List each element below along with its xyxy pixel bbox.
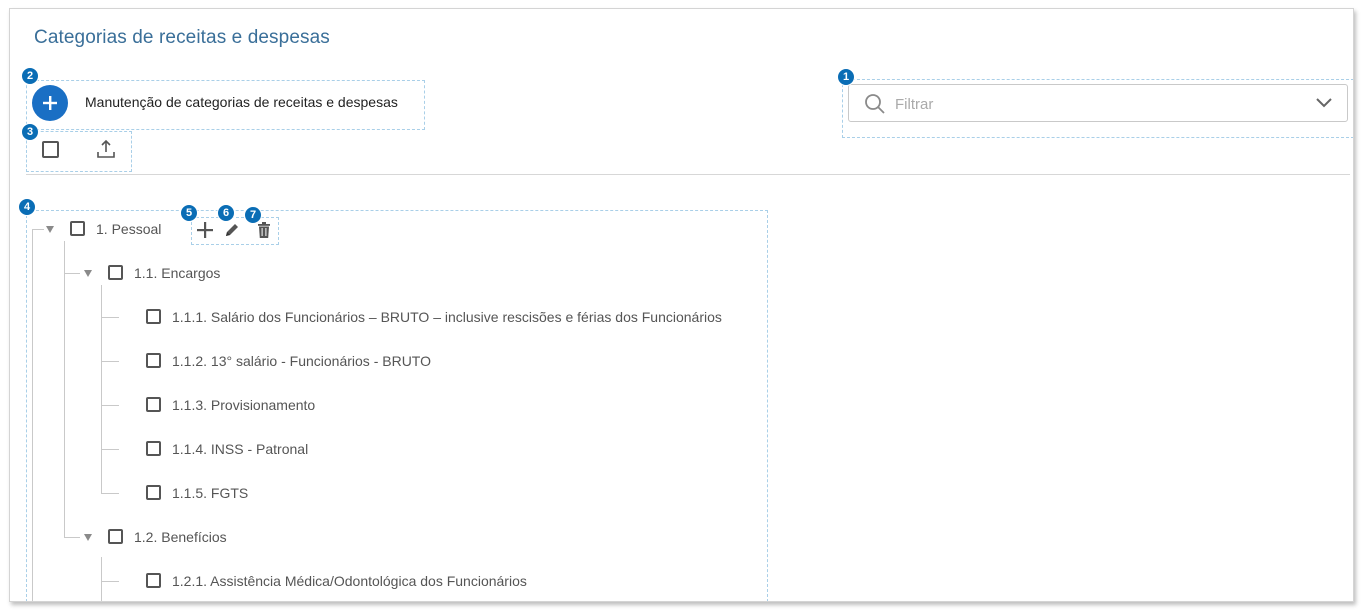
page-title: Categorias de receitas e despesas (34, 27, 330, 48)
chevron-down-icon[interactable] (1315, 97, 1333, 109)
tree-connector (64, 537, 80, 538)
tree-node-label-item[interactable]: 1.1.4. INSS - Patronal (172, 441, 308, 457)
tree-checkbox-item[interactable] (146, 397, 161, 412)
callout-badge-4: 4 (18, 198, 36, 216)
trash-icon (258, 222, 270, 238)
expand-toggle-beneficios[interactable] (84, 534, 92, 541)
tree-node-label-item[interactable]: 1.1.1. Salário dos Funcionários – BRUTO … (172, 309, 722, 325)
tree-connector (101, 493, 119, 494)
tree-checkbox-encargos[interactable] (108, 265, 123, 280)
expand-toggle-root[interactable] (46, 226, 54, 233)
callout-badge-1: 1 (837, 68, 855, 86)
expand-toggle-encargos[interactable] (84, 270, 92, 277)
tree-connector (32, 229, 44, 230)
tree-node-label-encargos[interactable]: 1.1. Encargos (134, 265, 220, 281)
tree-node-label-beneficios[interactable]: 1.2. Benefícios (134, 529, 227, 545)
tree-checkbox-root[interactable] (70, 221, 85, 236)
callout-badge-3: 3 (21, 123, 39, 141)
tree-checkbox-item[interactable] (146, 573, 161, 588)
tree-connector (64, 241, 65, 537)
tree-connector (64, 273, 80, 274)
select-all-checkbox[interactable] (42, 141, 59, 158)
tree-connector (101, 361, 119, 362)
callout-badge-2: 2 (21, 67, 39, 85)
filter-input[interactable] (893, 93, 1277, 115)
plus-icon (197, 222, 213, 238)
search-icon (865, 94, 885, 114)
add-category-button[interactable] (32, 85, 68, 121)
tree-connector (101, 581, 119, 582)
tree-checkbox-beneficios[interactable] (108, 529, 123, 544)
edit-category-button[interactable] (221, 219, 243, 241)
pencil-icon (226, 224, 238, 236)
plus-icon (43, 96, 57, 110)
tree-checkbox-item[interactable] (146, 353, 161, 368)
add-child-button[interactable] (194, 219, 216, 241)
filter-dropdown[interactable] (848, 84, 1348, 122)
tree-node-label-item[interactable]: 1.1.3. Provisionamento (172, 397, 315, 413)
tree-connector (32, 229, 33, 601)
tree-checkbox-item[interactable] (146, 441, 161, 456)
tree-node-label-item[interactable]: 1.1.5. FGTS (172, 485, 248, 501)
tree-checkbox-item[interactable] (146, 309, 161, 324)
callout-badge-6: 6 (217, 204, 235, 222)
callout-badge-7: 7 (244, 206, 262, 224)
tree-node-label-item[interactable]: 1.1.2. 13° salário - Funcionários - BRUT… (172, 353, 431, 369)
tree-connector (101, 405, 119, 406)
tree-node-label-root[interactable]: 1. Pessoal (96, 221, 161, 237)
upload-button[interactable] (94, 137, 118, 161)
section-divider (26, 174, 1350, 175)
tree-connector (101, 317, 119, 318)
add-category-label: Manutenção de categorias de receitas e d… (85, 94, 398, 110)
tree-checkbox-item[interactable] (146, 485, 161, 500)
callout-badge-5: 5 (180, 204, 198, 222)
categories-panel: Categorias de receitas e despesas 2 Manu… (9, 8, 1354, 602)
tree-node-label-item[interactable]: 1.2.1. Assistência Médica/Odontológica d… (172, 573, 527, 589)
upload-icon (97, 139, 115, 158)
tree-connector (101, 449, 119, 450)
tree-connector (101, 557, 102, 601)
